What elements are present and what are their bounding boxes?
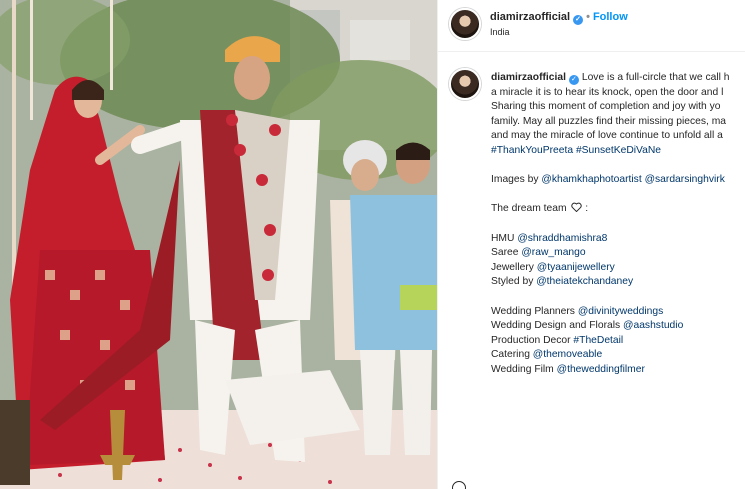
hashtag-link[interactable]: #SunsetKeDiVaNe — [576, 145, 661, 156]
caption-text: diamirzaofficial ✓ Love is a full-circle … — [491, 71, 745, 377]
images-credit-line: Images by @khamkhaphotoartist @sardarsin… — [491, 173, 745, 188]
location-link[interactable]: India — [490, 27, 510, 37]
separator-dot: • — [586, 11, 590, 23]
caption-line-3: Sharing this moment of completion and jo… — [491, 101, 721, 113]
credit-line: Styled by @theiatekchandaney — [491, 275, 745, 290]
header-username[interactable]: diamirzaofficial — [490, 11, 570, 23]
mention-link[interactable]: @khamkhaphotoartist — [541, 174, 641, 185]
caption-username[interactable]: diamirzaofficial — [491, 72, 566, 83]
wedding-photo — [0, 0, 437, 489]
emoji-icon[interactable] — [452, 481, 466, 489]
verified-badge-icon: ✓ — [573, 15, 584, 25]
mention-link[interactable]: @themoveable — [533, 349, 602, 360]
follow-button[interactable]: Follow — [593, 11, 628, 23]
credit-role: Styled by — [491, 276, 537, 288]
caption-line-2: a miracle it is to hear its knock, open … — [491, 86, 724, 98]
credit-line: Wedding Film @theweddingfilmer — [491, 363, 745, 378]
post-sidebar: diamirzaofficial ✓ • Follow India diamirzao… — [437, 0, 745, 489]
credit-role: Saree — [491, 247, 522, 259]
header-username-row: diamirzaofficial ✓ • Follow — [490, 11, 628, 25]
profile-avatar[interactable] — [449, 8, 481, 40]
hashtag-line: #ThankYouPreeta #SunsetKeDiVaNe — [491, 144, 745, 159]
caption-text-line-1: Love is a full-circle that we call h — [581, 72, 730, 83]
hashtag-link[interactable]: #ThankYouPreeta — [491, 145, 573, 156]
credit-line: Wedding Planners @divinityweddings — [491, 305, 745, 320]
credit-line: Jewellery @tyaanijewellery — [491, 261, 745, 276]
credit-line: Wedding Design and Florals @aashstudio — [491, 319, 745, 334]
mention-link[interactable]: @divinityweddings — [578, 306, 663, 317]
mention-link[interactable]: @aashstudio — [623, 320, 683, 331]
post-photo[interactable] — [0, 0, 437, 489]
credit-role: Wedding Design and Florals — [491, 320, 624, 332]
mention-link[interactable]: @shraddhamishra8 — [517, 233, 607, 244]
credit-line: HMU @shraddhamishra8 — [491, 232, 745, 247]
dream-team-line: The dream team : — [491, 202, 745, 217]
credit-line: Saree @raw_mango — [491, 246, 745, 261]
credit-role: HMU — [491, 232, 518, 244]
dream-team-suffix: : — [582, 203, 589, 215]
heart-icon — [571, 202, 583, 213]
caption-avatar[interactable] — [449, 68, 481, 100]
mention-link[interactable]: @theweddingfilmer — [557, 364, 645, 375]
credit-role: Jewellery — [491, 261, 537, 273]
dream-team-label: The dream team — [491, 203, 567, 215]
caption-line-4: family. May all puzzles find their missi… — [491, 115, 727, 127]
credit-line: Catering @themoveable — [491, 348, 745, 363]
caption-section: diamirzaofficial ✓ Love is a full-circle … — [438, 64, 745, 489]
mention-link[interactable]: @sardarsinghvirk — [645, 174, 725, 185]
mention-link[interactable]: @tyaanijewellery — [537, 262, 615, 273]
credit-role: Wedding Film — [491, 363, 557, 375]
post-header: diamirzaofficial ✓ • Follow India — [438, 0, 745, 52]
credit-role: Catering — [491, 349, 533, 361]
caption-line-1: diamirzaofficial ✓ Love is a full-circle … — [491, 71, 745, 86]
credit-line: Production Decor #TheDetail — [491, 334, 745, 349]
images-credit-prefix: Images by — [491, 174, 542, 186]
mention-link[interactable]: @theiatekchandaney — [536, 276, 633, 287]
hashtag-link[interactable]: #TheDetail — [573, 335, 623, 346]
credit-role: Wedding Planners — [491, 305, 578, 317]
mention-link[interactable]: @raw_mango — [521, 247, 585, 258]
credit-role: Production Decor — [491, 334, 574, 346]
caption-line-5: and may the miracle of love continue to … — [491, 130, 723, 142]
verified-badge-icon: ✓ — [568, 75, 579, 85]
